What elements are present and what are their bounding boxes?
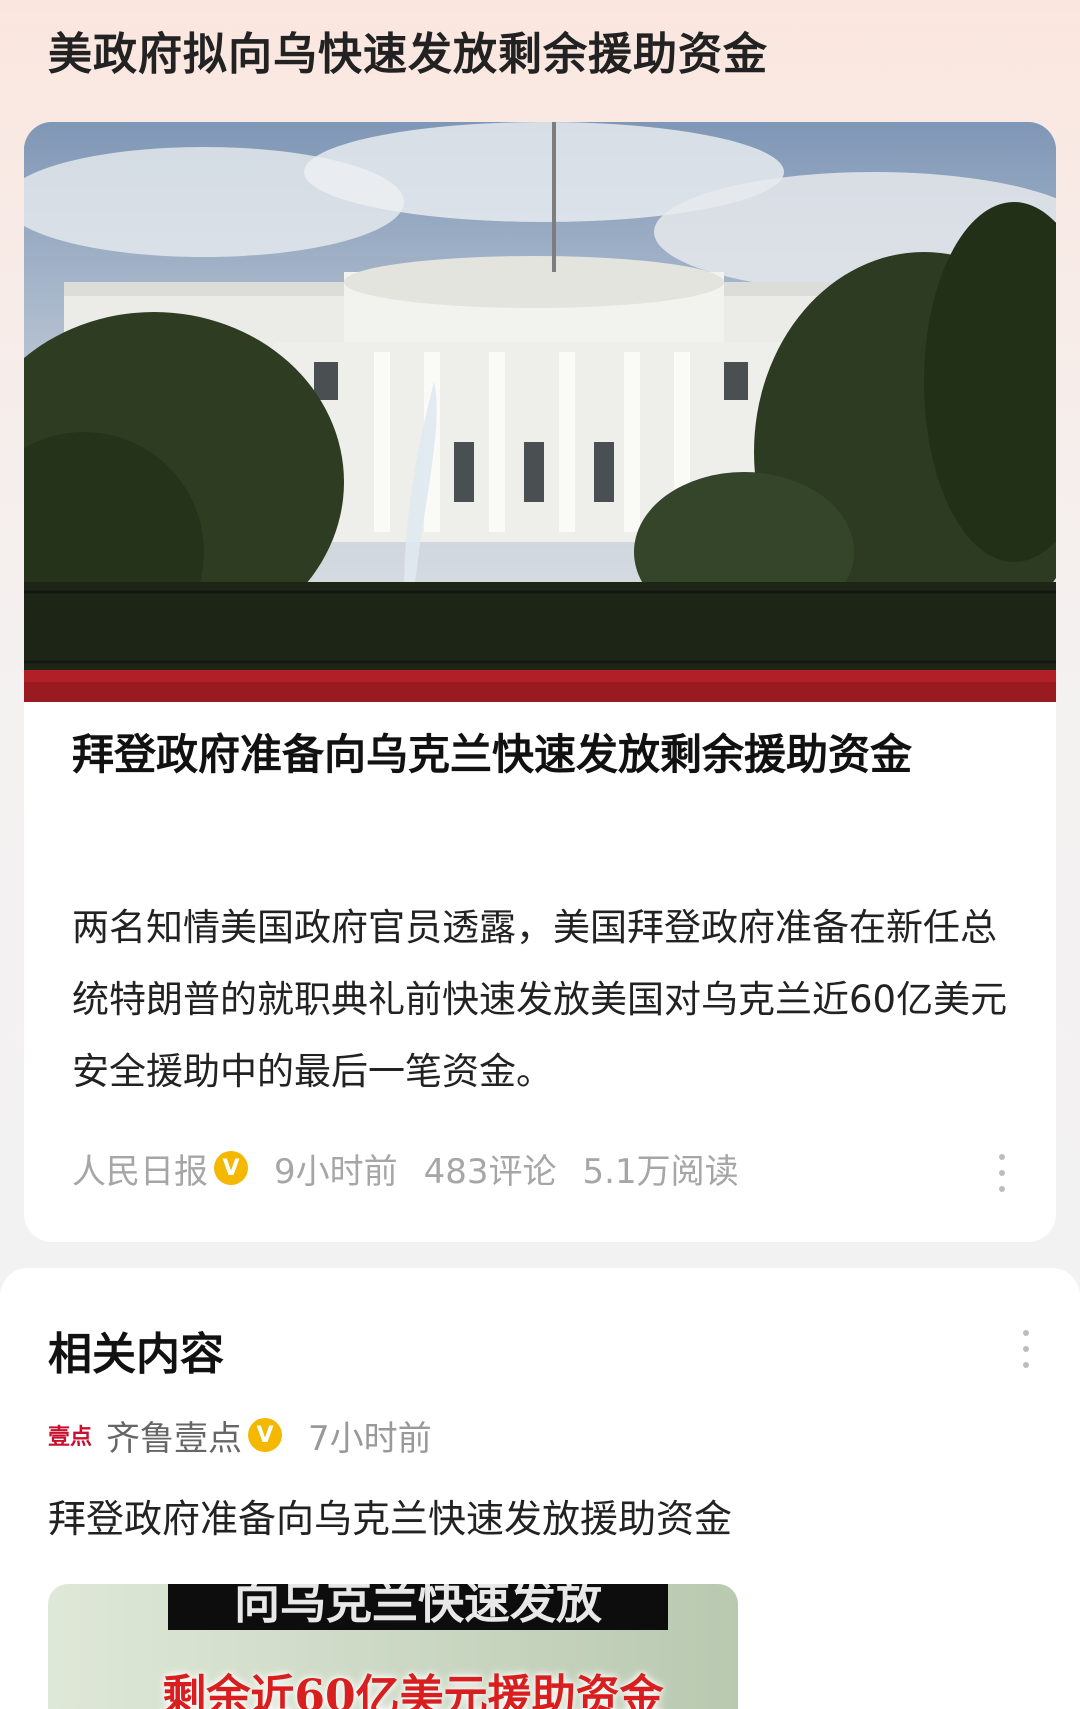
related-thumbnail[interactable]: 向乌克兰快速发放 剩余近60亿美元援助资金 (48, 1584, 738, 1709)
white-house-photo[interactable] (24, 122, 1056, 702)
thumb-caption-bottom: 剩余近60亿美元援助资金 (162, 1671, 664, 1709)
related-time: 7小时前 (308, 1418, 432, 1459)
publish-time: 9小时前 (274, 1151, 398, 1192)
related-headline[interactable]: 拜登政府准备向乌克兰快速发放援助资金 (48, 1488, 732, 1543)
source-logo-icon: 壹点 (48, 1424, 93, 1450)
verified-badge-icon: V (248, 1418, 282, 1452)
related-source-name[interactable]: 齐鲁壹点 (106, 1411, 242, 1460)
thumb-caption-top: 向乌克兰快速发放 (168, 1584, 668, 1630)
verified-badge-icon: V (214, 1151, 248, 1185)
news-headline[interactable]: 拜登政府准备向乌克兰快速发放剩余援助资金 (72, 722, 1012, 788)
news-meta: 人民日报 V 9小时前 483评论 5.1万阅读 (72, 1142, 765, 1194)
topic-title: 美政府拟向乌快速发放剩余援助资金 (48, 29, 768, 80)
read-count: 5.1万阅读 (582, 1151, 739, 1192)
source-name[interactable]: 人民日报 (72, 1144, 208, 1193)
more-options-icon[interactable] (996, 1154, 1008, 1192)
news-summary[interactable]: 两名知情美国政府官员透露，美国拜登政府准备在新任总统特朗普的就职典礼前快速发放美… (72, 892, 1022, 1108)
related-section: 相关内容 壹点 齐鲁壹点 V 7小时前 拜登政府准备向乌克兰快速发放援助资金 向… (0, 1268, 1080, 1709)
related-more-icon[interactable] (1020, 1330, 1032, 1368)
comment-count[interactable]: 483评论 (424, 1144, 557, 1193)
news-card[interactable]: 拜登政府准备向乌克兰快速发放剩余援助资金 两名知情美国政府官员透露，美国拜登政府… (24, 122, 1056, 1242)
related-title: 相关内容 (48, 1329, 224, 1380)
related-source-row: 壹点 齐鲁壹点 V 7小时前 (48, 1410, 432, 1460)
